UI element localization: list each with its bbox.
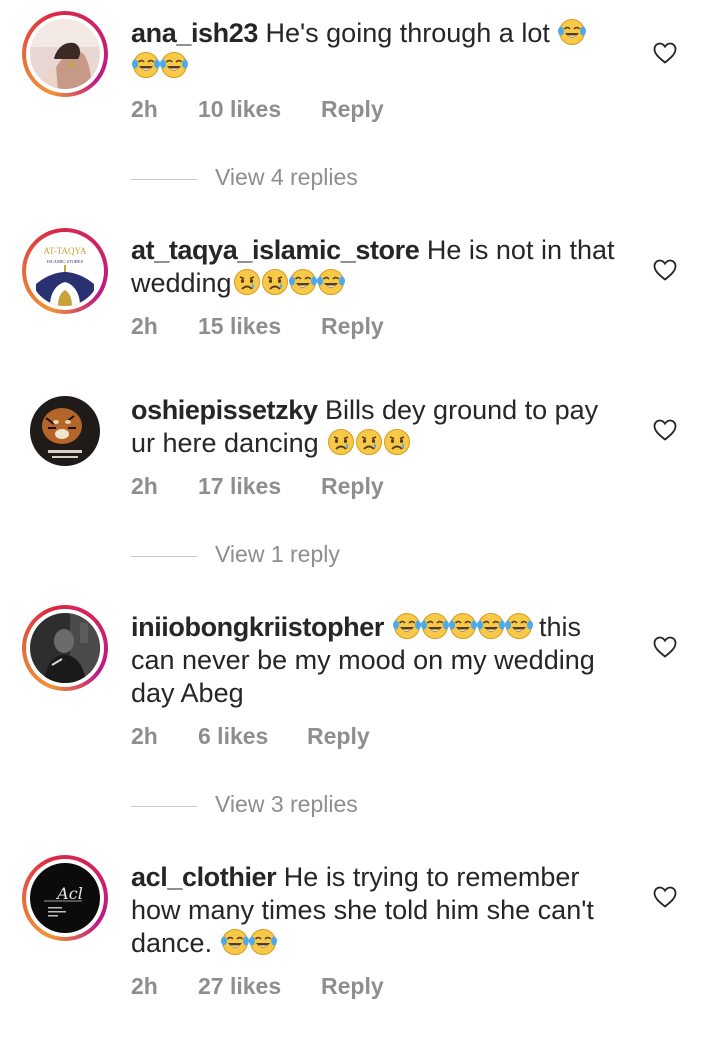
laugh-emoji-icon: [220, 928, 248, 958]
comment-username[interactable]: acl_clothier: [131, 862, 277, 892]
comment-time: 2h: [131, 96, 158, 122]
comment-username[interactable]: at_taqya_islamic_store: [131, 235, 420, 265]
reply-button[interactable]: Reply: [321, 973, 384, 1000]
comment-username[interactable]: ana_ish23: [131, 18, 258, 48]
man-photo-avatar: [30, 613, 100, 683]
laugh-emoji-icon: [420, 612, 448, 642]
laugh-emoji-icon: [131, 51, 159, 81]
crying-emoji-icon: [232, 268, 260, 298]
heart-icon[interactable]: [653, 419, 677, 441]
heart-icon[interactable]: [653, 886, 677, 908]
avatar-logo-text: AT-TAQYA: [44, 246, 87, 256]
laugh-emoji-icon: [392, 612, 420, 642]
comment-username[interactable]: oshiepissetzky: [131, 395, 318, 425]
woman-portrait-avatar: [30, 19, 100, 89]
heart-icon[interactable]: [653, 636, 677, 658]
crying-emoji-icon: [354, 428, 382, 458]
tiger-avatar: [30, 396, 100, 466]
comment-text: ana_ish23 He's going through a lot: [131, 17, 621, 83]
reply-button[interactable]: Reply: [321, 473, 384, 500]
laugh-emoji-icon: [316, 268, 344, 298]
laugh-emoji-icon: [504, 612, 532, 642]
avatar-logo-text: Acl: [55, 884, 83, 903]
avatar[interactable]: [30, 613, 100, 683]
laugh-emoji-icon: [557, 18, 585, 48]
story-ring[interactable]: AT-TAQYA ISLAMIC STORES: [22, 228, 108, 314]
story-ring[interactable]: [22, 11, 108, 97]
avatar[interactable]: AT-TAQYA ISLAMIC STORES: [30, 236, 100, 306]
laugh-emoji-icon: [448, 612, 476, 642]
comment-likes[interactable]: 17 likes: [198, 473, 281, 500]
laugh-emoji-icon: [248, 928, 276, 958]
heart-icon[interactable]: [653, 259, 677, 281]
avatar[interactable]: Acl: [30, 863, 100, 933]
heart-icon[interactable]: [653, 42, 677, 64]
story-ring[interactable]: Acl: [22, 855, 108, 941]
crying-emoji-icon: [260, 268, 288, 298]
replies-divider: [131, 556, 197, 557]
comment-time: 2h: [131, 723, 158, 749]
mosque-logo-avatar: AT-TAQYA ISLAMIC STORES: [30, 236, 100, 306]
comment-username[interactable]: iniiobongkriistopher: [131, 612, 384, 642]
comment-text: iniiobongkriistopher this can never be m…: [131, 611, 621, 710]
comment-likes[interactable]: 10 likes: [198, 96, 281, 123]
comment-likes[interactable]: 15 likes: [198, 313, 281, 340]
comment-likes[interactable]: 27 likes: [198, 973, 281, 1000]
comment-time: 2h: [131, 473, 158, 499]
comment-text: at_taqya_islamic_store He is not in that…: [131, 234, 621, 300]
laugh-emoji-icon: [159, 51, 187, 81]
reply-button[interactable]: Reply: [321, 96, 384, 123]
comment-time: 2h: [131, 313, 158, 339]
avatar-logo-subtext: ISLAMIC STORES: [47, 259, 84, 264]
avatar-frame: [22, 388, 108, 474]
crying-emoji-icon: [326, 428, 354, 458]
laugh-emoji-icon: [288, 268, 316, 298]
comment-text: oshiepissetzky Bills dey ground to pay u…: [131, 394, 621, 460]
comment-likes[interactable]: 6 likes: [198, 723, 268, 750]
crying-emoji-icon: [382, 428, 410, 458]
laugh-emoji-icon: [476, 612, 504, 642]
story-ring[interactable]: [22, 605, 108, 691]
replies-divider: [131, 179, 197, 180]
acl-logo-avatar: Acl: [30, 863, 100, 933]
comment-time: 2h: [131, 973, 158, 999]
comment-body: He's going through a lot: [265, 18, 550, 48]
reply-button[interactable]: Reply: [321, 313, 384, 340]
replies-divider: [131, 806, 197, 807]
comment-text: acl_clothier He is trying to remember ho…: [131, 861, 621, 960]
reply-button[interactable]: Reply: [307, 723, 370, 750]
avatar[interactable]: [30, 396, 100, 466]
avatar[interactable]: [30, 19, 100, 89]
